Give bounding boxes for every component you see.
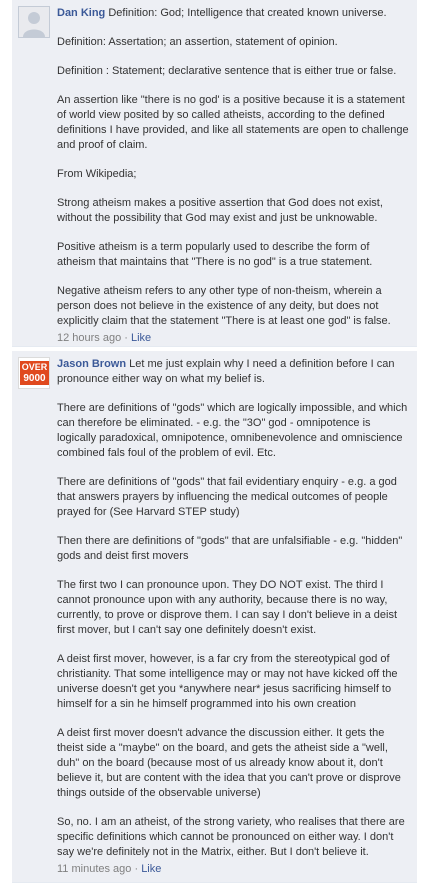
meta-separator: ·	[131, 863, 142, 875]
comment-paragraph: Negative atheism refers to any other typ…	[57, 285, 391, 327]
comment-item: OVER 9000 Jason Brown Let me just explai…	[12, 351, 417, 883]
comment-text: Definition: God; Intelligence that creat…	[108, 7, 387, 19]
over-9000-badge-icon: OVER 9000	[20, 361, 49, 385]
comment-meta: 12 hours ago · Like	[57, 331, 409, 346]
timestamp[interactable]: 11 minutes ago	[57, 863, 131, 875]
comment-paragraph: A deist first mover, however, is a far c…	[57, 653, 398, 710]
comment-paragraph: A deist first mover doesn't advance the …	[57, 727, 401, 799]
like-link[interactable]: Like	[131, 332, 151, 344]
comment-paragraph: An assertion like "there is no god' is a…	[57, 94, 409, 151]
author-link[interactable]: Jason Brown	[57, 358, 126, 370]
like-link[interactable]: Like	[141, 863, 161, 875]
author-link[interactable]: Dan King	[57, 7, 105, 19]
comment-paragraph: From Wikipedia;	[57, 168, 137, 180]
comment-paragraph: The first two I can pronounce upon. They…	[57, 579, 398, 636]
avatar-text-bottom: 9000	[23, 373, 46, 384]
comment-paragraph: Strong atheism makes a positive assertio…	[57, 197, 383, 224]
comment-first-line: Jason Brown Let me just explain why I ne…	[57, 357, 409, 387]
comment-paragraph: There are definitions of "gods" which ar…	[57, 402, 408, 459]
comment-paragraph: There are definitions of "gods" that fai…	[57, 476, 397, 518]
avatar-text-top: OVER	[21, 362, 48, 372]
avatar[interactable]: OVER 9000	[18, 357, 50, 389]
comment-paragraph: Definition : Statement; declarative sent…	[57, 65, 397, 77]
comment-item: Dan King Definition: God; Intelligence t…	[12, 0, 417, 347]
comment-paragraph: Positive atheism is a term popularly use…	[57, 241, 373, 268]
comment-paragraph: Then there are definitions of "gods" tha…	[57, 535, 403, 562]
timestamp[interactable]: 12 hours ago	[57, 332, 121, 344]
comment-first-line: Dan King Definition: God; Intelligence t…	[57, 6, 409, 21]
comment-body: Dan King Definition: God; Intelligence t…	[57, 6, 409, 346]
comment-body: Jason Brown Let me just explain why I ne…	[57, 357, 409, 877]
meta-separator: ·	[121, 332, 131, 344]
default-profile-silhouette-icon	[19, 7, 49, 37]
comment-paragraph: So, no. I am an atheist, of the strong v…	[57, 816, 405, 858]
comment-meta: 11 minutes ago · Like	[57, 862, 409, 877]
comment-paragraph: Definition: Assertation; an assertion, s…	[57, 36, 338, 48]
avatar[interactable]	[18, 6, 50, 38]
